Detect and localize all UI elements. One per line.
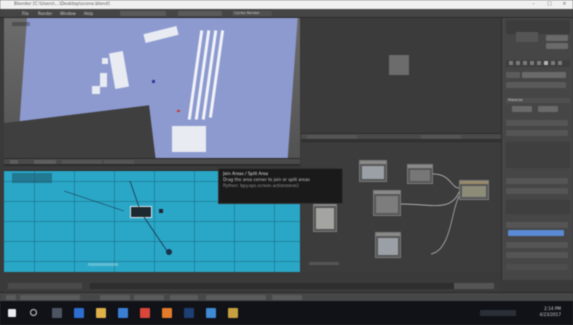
menu-render[interactable]: Render xyxy=(38,10,52,17)
active-property-field[interactable] xyxy=(508,230,564,236)
object-origin[interactable] xyxy=(152,80,155,83)
maximize-icon[interactable]: □ xyxy=(547,2,552,7)
menu-window[interactable]: Window xyxy=(60,10,76,17)
editor-type-icon[interactable] xyxy=(6,295,16,300)
texture-tab-icon[interactable] xyxy=(551,61,555,65)
properties-field[interactable] xyxy=(506,178,568,184)
tooltip-python: Python: bpy.ops.screen.actionzone() xyxy=(223,183,299,188)
world-tab-icon[interactable] xyxy=(523,61,527,65)
properties-field[interactable] xyxy=(506,120,568,126)
mode-selector[interactable] xyxy=(34,160,56,164)
taskbar-clock[interactable]: 2:14 PM 4/23/2017 xyxy=(540,306,561,318)
shading-buttons[interactable] xyxy=(62,160,102,164)
scene-tab-icon[interactable] xyxy=(516,61,520,65)
task-view-icon[interactable] xyxy=(52,308,62,318)
properties-field[interactable] xyxy=(506,188,568,194)
store-icon[interactable] xyxy=(118,308,128,318)
search-icon[interactable] xyxy=(30,309,37,316)
properties-subpanel xyxy=(506,142,570,168)
window-title: Blender [C:\Users\...\Desktop\scene.blen… xyxy=(14,2,110,7)
node-menu-buttons[interactable] xyxy=(307,135,357,139)
mesh-block xyxy=(102,58,108,64)
properties-panel: Material xyxy=(501,18,573,280)
properties-field[interactable] xyxy=(506,242,568,248)
frame-range-fields[interactable] xyxy=(454,283,494,289)
properties-tabs[interactable] xyxy=(506,60,570,67)
menu-file[interactable]: File xyxy=(22,10,29,17)
system-tray[interactable] xyxy=(480,310,516,316)
window-title-bar: Blender [C:\Users\...\Desktop\scene.blen… xyxy=(0,0,573,9)
menu-help[interactable]: Help xyxy=(84,10,93,17)
node-type-selector[interactable] xyxy=(421,135,461,139)
pivot-buttons[interactable] xyxy=(104,160,134,164)
mesh-block xyxy=(100,73,107,87)
properties-field[interactable] xyxy=(506,222,568,228)
chrome-icon[interactable] xyxy=(140,308,150,318)
3d-cursor[interactable] xyxy=(177,110,180,112)
minimize-icon[interactable]: – xyxy=(531,2,536,7)
blender-icon[interactable] xyxy=(162,308,172,318)
uv-status-label xyxy=(88,263,118,266)
folder-icon[interactable] xyxy=(228,308,238,318)
timeline-menus[interactable] xyxy=(20,295,80,300)
material-preview[interactable] xyxy=(516,32,538,42)
clock-date: 4/23/2017 xyxy=(539,312,561,317)
render-engine-selector[interactable]: Cycles Render xyxy=(232,11,272,16)
properties-button[interactable] xyxy=(512,106,532,112)
properties-field[interactable] xyxy=(506,130,568,136)
photoshop-icon[interactable] xyxy=(184,308,194,318)
scene-selector[interactable] xyxy=(178,11,222,16)
render-tab-icon[interactable] xyxy=(509,61,513,65)
edge-icon[interactable] xyxy=(74,308,84,318)
close-icon[interactable]: × xyxy=(562,2,567,7)
start-frame-field[interactable] xyxy=(100,295,130,300)
keying-set-selector[interactable] xyxy=(272,295,302,300)
properties-field[interactable] xyxy=(506,82,566,88)
mesh-block xyxy=(92,86,100,94)
properties-field[interactable] xyxy=(522,72,566,78)
particles-tab-icon[interactable] xyxy=(558,61,562,65)
material-slot[interactable] xyxy=(546,35,568,41)
image-preview-thumbnail xyxy=(389,55,409,75)
node-links xyxy=(400,173,460,255)
node-tree-label xyxy=(309,262,339,265)
current-frame-field[interactable] xyxy=(170,295,198,300)
playback-controls[interactable] xyxy=(206,295,266,300)
timeline-header xyxy=(0,292,573,301)
tooltip: Join Areas / Split Area Drag the area co… xyxy=(218,168,343,204)
info-header: File Render Window Help Cycles Render xyxy=(0,9,573,18)
mesh-block xyxy=(172,126,206,152)
properties-field[interactable] xyxy=(506,264,568,270)
node-editor-header xyxy=(301,133,501,140)
properties-button[interactable] xyxy=(506,72,520,78)
material-tab-icon[interactable] xyxy=(544,61,548,65)
timeline[interactable] xyxy=(4,280,501,292)
properties-subpanel xyxy=(506,200,570,214)
modifier-tab-icon[interactable] xyxy=(537,61,541,65)
end-frame-field[interactable] xyxy=(134,295,164,300)
material-slot[interactable] xyxy=(546,43,568,49)
timeline-track[interactable] xyxy=(90,283,480,289)
screen-layout-selector[interactable] xyxy=(120,11,166,16)
windows-taskbar: 2:14 PM 4/23/2017 xyxy=(0,301,573,325)
image-preview-editor[interactable] xyxy=(301,18,501,133)
explorer-icon[interactable] xyxy=(96,308,106,318)
windows-start-icon[interactable] xyxy=(8,309,16,317)
material-section-header[interactable]: Material xyxy=(506,98,570,103)
3d-viewport-header xyxy=(4,158,300,165)
object-tab-icon[interactable] xyxy=(530,61,534,65)
properties-field[interactable] xyxy=(506,252,568,258)
3d-viewport[interactable] xyxy=(4,18,300,158)
timeline-controls[interactable] xyxy=(8,283,82,289)
viewport-label xyxy=(12,22,30,26)
uv-cursor[interactable] xyxy=(166,249,172,255)
view-menu-icon[interactable] xyxy=(10,160,18,164)
properties-button[interactable] xyxy=(538,106,558,112)
mail-icon[interactable] xyxy=(206,308,216,318)
shader-node-editor[interactable] xyxy=(301,141,501,272)
